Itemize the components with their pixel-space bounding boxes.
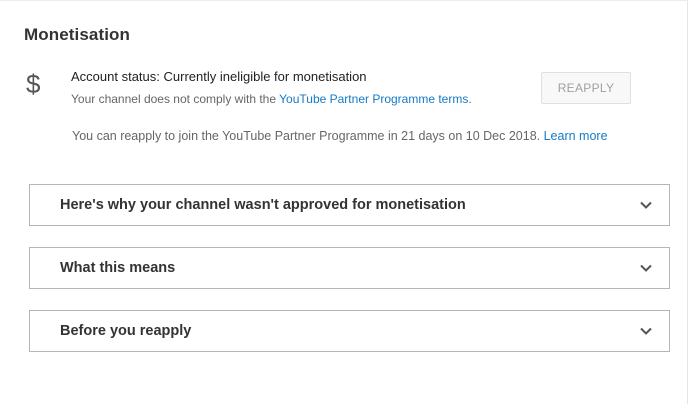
- accordion-label: What this means: [60, 260, 176, 276]
- reapply-button[interactable]: REAPPLY: [541, 72, 631, 104]
- dollar-icon: $: [26, 69, 41, 99]
- compliance-note-prefix: Your channel does not comply with the: [71, 92, 280, 106]
- accordion-why-not-approved[interactable]: Here's why your channel wasn't approved …: [29, 184, 670, 226]
- reapply-info-text: You can reapply to join the YouTube Part…: [72, 129, 544, 143]
- accordion-before-you-reapply[interactable]: Before you reapply: [29, 310, 670, 352]
- compliance-note: Your channel does not comply with the Yo…: [71, 92, 472, 106]
- account-status-text: Account status: Currently ineligible for…: [71, 69, 367, 84]
- learn-more-link[interactable]: Learn more: [544, 129, 608, 143]
- chevron-down-icon: [640, 201, 652, 209]
- monetisation-card: Monetisation $ Account status: Currently…: [0, 0, 688, 404]
- partner-programme-terms-link[interactable]: YouTube Partner Programme terms: [279, 92, 468, 106]
- accordion-what-this-means[interactable]: What this means: [29, 247, 670, 289]
- compliance-note-suffix: .: [468, 92, 472, 106]
- section-title: Monetisation: [24, 25, 131, 44]
- accordion-label: Before you reapply: [60, 323, 192, 339]
- chevron-down-icon: [640, 327, 652, 335]
- accordion-label: Here's why your channel wasn't approved …: [60, 197, 466, 213]
- reapply-info: You can reapply to join the YouTube Part…: [72, 129, 608, 143]
- chevron-down-icon: [640, 264, 652, 272]
